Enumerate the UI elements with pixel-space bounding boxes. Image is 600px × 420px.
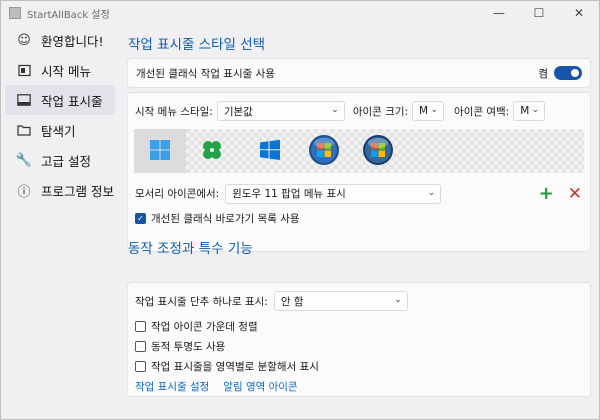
chevron-down-icon: ⌄ [531,105,540,115]
corner-icons-value: 윈도우 11 팝업 메뉴 표시 [232,188,346,200]
start-style-value: 기본값 [223,105,253,118]
enhanced-jumplist-checkbox[interactable]: ✓ [135,213,146,224]
remove-icon[interactable]: ✕ [568,184,582,204]
icon-size-value: M [419,105,429,117]
toggle-knob [571,69,579,77]
sidebar-item-about[interactable]: ⓘ 프로그램 정보 [5,175,115,205]
center-icons-option[interactable]: 작업 아이콘 가운데 정렬 [135,319,258,334]
enhanced-classic-label: 개선된 클래식 작업 표시줄 사용 [136,67,275,80]
combine-label: 작업 표시줄 단추 하나로 표시: [135,295,268,308]
sidebar-item-label: 환영합니다! [41,33,104,49]
style-option-windows-10[interactable] [244,129,296,173]
enhanced-classic-toggle[interactable] [554,66,582,80]
dynamic-transparency-label: 동적 투명도 사용 [151,341,226,353]
chevron-down-icon: ⌄ [430,105,439,115]
combine-value: 안 함 [280,295,304,308]
windows-10-logo-icon [259,139,281,164]
sidebar-item-start-menu[interactable]: 시작 메뉴 [5,55,115,85]
sidebar: ☺ 환영합니다! 시작 메뉴 작업 표시줄 탐색기 🔧 고급 설정 ⓘ 프로그램… [1,25,119,419]
sidebar-item-label: 시작 메뉴 [41,63,91,79]
split-taskbar-label: 작업 표시줄을 영역별로 분할해서 표시 [151,361,319,373]
window-title: StartAllBack 설정 [27,9,110,21]
maximize-button[interactable]: ☐ [519,1,559,25]
maximize-icon: ☐ [533,6,545,20]
dynamic-transparency-checkbox[interactable] [135,341,146,352]
sidebar-item-welcome[interactable]: ☺ 환영합니다! [5,25,115,55]
corner-icons-select[interactable]: 윈도우 11 팝업 메뉴 표시 ⌄ [225,183,442,204]
settings-window: StartAllBack 설정 — ☐ ✕ ☺ 환영합니다! 시작 메뉴 작업 … [0,0,600,420]
split-taskbar-option[interactable]: 작업 표시줄을 영역별로 분할해서 표시 [135,359,319,374]
windows-vista-orb-icon [362,134,394,169]
sidebar-item-taskbar[interactable]: 작업 표시줄 [5,85,115,115]
clover-icon [201,139,223,164]
style-option-windows-7[interactable] [298,129,350,173]
close-button[interactable]: ✕ [559,1,599,25]
notification-icons-link[interactable]: 알림 영역 아이콘 [223,379,297,394]
enhanced-jumplist-option[interactable]: ✓ 개선된 클래식 바로가기 목록 사용 [135,211,300,226]
chevron-down-icon: ⌄ [394,295,402,305]
center-icons-checkbox[interactable] [135,321,146,332]
windows-7-orb-icon [308,134,340,169]
icon-size-select[interactable]: M ⌄ [412,101,445,121]
style-option-clover[interactable] [186,129,238,173]
minimize-icon: — [493,6,505,20]
windows-11-logo-icon [149,139,171,164]
icon-margin-select[interactable]: M ⌄ [513,101,546,121]
start-menu-icon [15,64,33,77]
smiley-icon: ☺ [17,32,31,48]
sidebar-item-label: 작업 표시줄 [41,93,103,109]
folder-icon [15,124,33,136]
style-options-card: 시작 메뉴 스타일: 기본값 ⌄ 아이콘 크기: M ⌄ 아이콘 여백: M ⌄ [127,92,591,252]
start-style-select[interactable]: 기본값 ⌄ [216,101,345,121]
chevron-down-icon: ⌄ [331,105,339,115]
style-option-windows-vista[interactable] [352,129,404,173]
behavior-card: 작업 표시줄 단추 하나로 표시: 안 함 ⌄ 작업 아이콘 가운데 정렬 동적… [127,282,591,397]
chevron-down-icon: ⌄ [427,187,436,198]
icon-size-label: 아이콘 크기: [352,105,409,118]
info-icon: ⓘ [17,184,31,200]
sidebar-item-explorer[interactable]: 탐색기 [5,115,115,145]
taskbar-icon [15,94,33,106]
style-preview-strip [134,129,584,173]
title-bar: StartAllBack 설정 — ☐ ✕ [1,1,599,25]
icon-margin-value: M [520,105,530,117]
combine-row: 작업 표시줄 단추 하나로 표시: 안 함 ⌄ [135,291,408,311]
style-option-windows-11[interactable] [134,129,186,173]
toggle-state-label: 켬 [538,67,548,80]
taskbar-settings-link[interactable]: 작업 표시줄 설정 [135,379,209,394]
center-icons-label: 작업 아이콘 가운데 정렬 [151,321,258,333]
behavior-title: 동작 조정과 특수 기능 [128,241,253,257]
wrench-icon: 🔧 [15,152,33,168]
dynamic-transparency-option[interactable]: 동적 투명도 사용 [135,339,225,354]
split-taskbar-checkbox[interactable] [135,361,146,372]
sidebar-item-label: 고급 설정 [41,153,91,169]
sidebar-item-label: 탐색기 [41,123,76,139]
sidebar-item-label: 프로그램 정보 [41,183,114,199]
enhanced-classic-card: 개선된 클래식 작업 표시줄 사용 켬 [127,58,591,88]
sidebar-item-advanced[interactable]: 🔧 고급 설정 [5,145,115,175]
start-style-label: 시작 메뉴 스타일: [135,105,213,118]
corner-icons-row: 모서리 아이콘에서: 윈도우 11 팝업 메뉴 표시 ⌄ + ✕ [135,183,582,204]
app-icon [9,7,21,19]
corner-icons-label: 모서리 아이콘에서: [135,188,220,200]
close-icon: ✕ [573,6,585,20]
enhanced-jumplist-label: 개선된 클래식 바로가기 목록 사용 [151,213,300,225]
style-select-row: 시작 메뉴 스타일: 기본값 ⌄ 아이콘 크기: M ⌄ 아이콘 여백: M ⌄ [135,101,584,121]
icon-margin-label: 아이콘 여백: [454,105,510,118]
taskbar-style-title: 작업 표시줄 스타일 선택 [128,37,266,53]
window-controls: — ☐ ✕ [479,1,599,25]
content-pane: 작업 표시줄 스타일 선택 개선된 클래식 작업 표시줄 사용 켬 시작 메뉴 … [119,25,599,419]
combine-select[interactable]: 안 함 ⌄ [273,291,408,311]
minimize-button[interactable]: — [479,1,519,25]
add-icon[interactable]: + [539,183,554,204]
behavior-links: 작업 표시줄 설정 알림 영역 아이콘 [135,379,298,394]
